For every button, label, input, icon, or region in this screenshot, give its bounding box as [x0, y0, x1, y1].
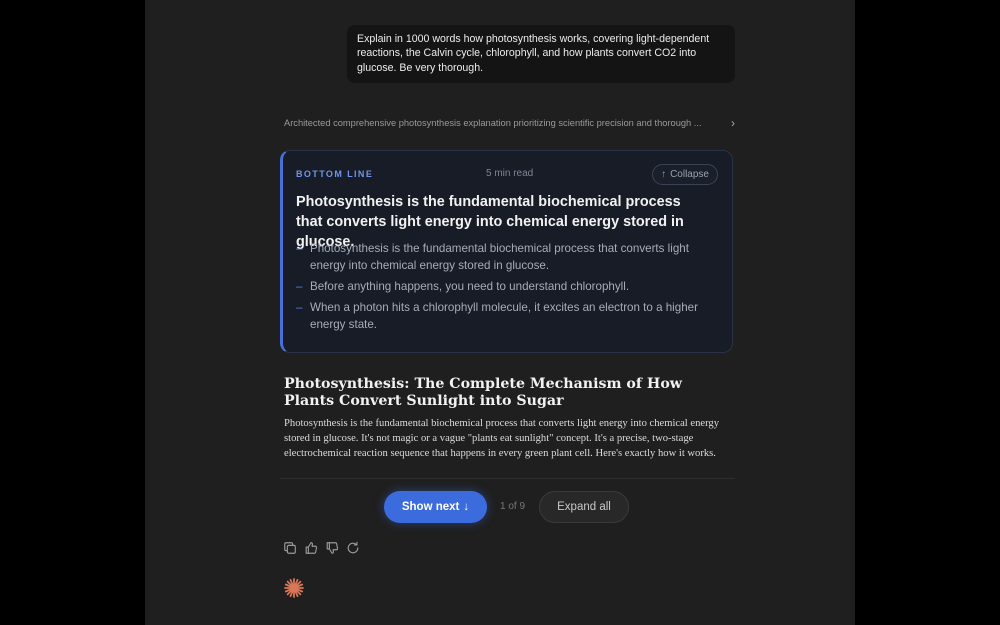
dash-icon: – — [296, 301, 303, 314]
bottom-line-point-text: Before anything happens, you need to und… — [310, 280, 630, 293]
bottom-line-points: – Photosynthesis is the fundamental bioc… — [296, 240, 716, 337]
thumbs-down-icon[interactable] — [324, 540, 339, 555]
assistant-logo-icon — [284, 578, 304, 598]
bottom-line-point: – Before anything happens, you need to u… — [296, 278, 716, 295]
dash-icon: – — [296, 242, 303, 255]
chat-panel: Explain in 1000 words how photosynthesis… — [145, 0, 855, 625]
user-message: Explain in 1000 words how photosynthesis… — [347, 25, 735, 83]
arrow-down-icon: ↓ — [463, 501, 470, 513]
thumbs-up-icon[interactable] — [303, 540, 318, 555]
section-pager: 1 of 9 — [500, 501, 526, 512]
bottom-line-point: – When a photon hits a chlorophyll molec… — [296, 299, 716, 333]
bottom-line-card: BOTTOM LINE 5 min read ↑ Collapse Photos… — [280, 150, 733, 353]
article-body: Photosynthesis is the fundamental bioche… — [284, 418, 720, 460]
copy-icon[interactable] — [282, 540, 297, 555]
bottom-line-point-text: Photosynthesis is the fundamental bioche… — [310, 242, 689, 272]
expand-all-button[interactable]: Expand all — [539, 491, 629, 523]
read-time: 5 min read — [486, 168, 534, 179]
bottom-line-point: – Photosynthesis is the fundamental bioc… — [296, 240, 716, 274]
collapse-button[interactable]: ↑ Collapse — [652, 164, 718, 185]
message-actions — [282, 540, 360, 555]
article-title: Photosynthesis: The Complete Mechanism o… — [284, 376, 683, 409]
thinking-summary[interactable]: Architected comprehensive photosynthesis… — [284, 114, 737, 132]
arrow-up-icon: ↑ — [661, 169, 667, 180]
retry-icon[interactable] — [345, 540, 360, 555]
collapse-label: Collapse — [670, 169, 709, 180]
bottom-line-point-text: When a photon hits a chlorophyll molecul… — [310, 301, 698, 331]
expand-all-label: Expand all — [557, 501, 611, 513]
show-next-label: Show next — [401, 501, 460, 513]
dash-icon: – — [296, 280, 303, 293]
chevron-right-icon: › — [731, 116, 735, 130]
user-message-text: Explain in 1000 words how photosynthesis… — [357, 33, 710, 74]
divider — [280, 478, 735, 479]
show-next-button[interactable]: Show next ↓ — [384, 491, 487, 523]
bottom-line-label: BOTTOM LINE — [296, 169, 374, 179]
bottom-line-header: BOTTOM LINE 5 min read ↑ Collapse — [296, 164, 718, 185]
thinking-summary-text: Architected comprehensive photosynthesis… — [284, 118, 702, 128]
